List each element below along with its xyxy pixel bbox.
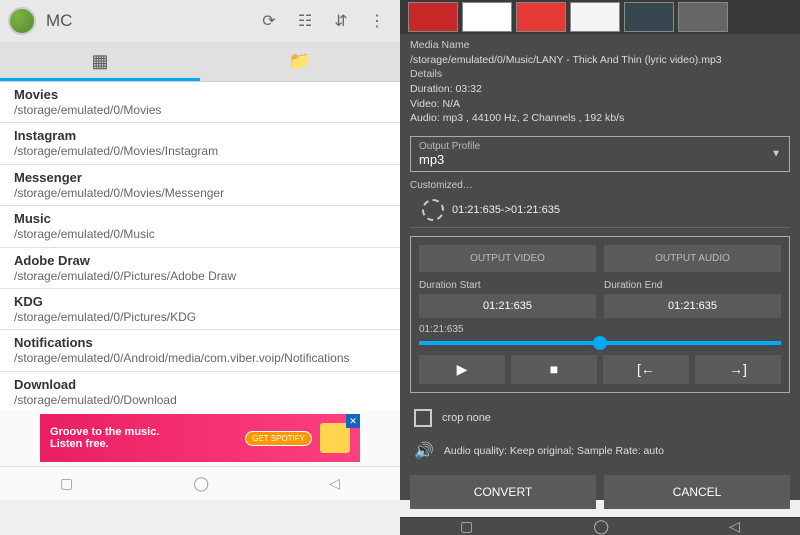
refresh-icon[interactable]: ⟳ <box>254 6 284 36</box>
tab-folder[interactable]: 📁 <box>200 42 400 81</box>
folder-path: /storage/emulated/0/Pictures/Adobe Draw <box>14 269 386 283</box>
mark-in-button[interactable]: [← <box>603 355 689 384</box>
ad-line2: Listen free. <box>50 438 159 450</box>
folder-name: KDG <box>14 294 386 309</box>
folder-item[interactable]: Download/storage/emulated/0/Download <box>0 372 400 410</box>
nav-bar: ▢ ◯ ◁ <box>400 517 800 535</box>
play-button[interactable]: ▶ <box>419 355 505 384</box>
media-info: Media Name /storage/emulated/0/Music/LAN… <box>400 34 800 130</box>
nav-home-icon[interactable]: ◯ <box>593 518 609 535</box>
toolbar: MC ⟳ ☷ ⇵ ⋮ <box>0 0 400 42</box>
convert-button[interactable]: CONVERT <box>410 475 596 509</box>
audio-quality-row[interactable]: 🔊 Audio quality: Keep original; Sample R… <box>400 435 800 467</box>
folder-path: /storage/emulated/0/Android/media/com.vi… <box>14 351 386 365</box>
video-text: Video: N/A <box>410 97 790 112</box>
thumbnail[interactable] <box>678 2 728 32</box>
nav-bar: ▢ ◯ ◁ <box>0 466 400 500</box>
folder-path: /storage/emulated/0/Pictures/KDG <box>14 310 386 324</box>
customized-link[interactable]: Customized… <box>400 178 800 193</box>
app-title: MC <box>46 11 248 31</box>
folder-name: Music <box>14 211 386 226</box>
crop-icon <box>414 409 432 427</box>
sort-icon[interactable]: ⇵ <box>326 6 356 36</box>
folder-name: Notifications <box>14 335 386 350</box>
folder-name: Instagram <box>14 128 386 143</box>
duration-end-value[interactable]: 01:21:635 <box>604 294 781 318</box>
dropdown-arrow-icon: ▼ <box>771 149 781 160</box>
media-path: /storage/emulated/0/Music/LANY - Thick A… <box>410 53 790 68</box>
output-video-tab[interactable]: OUTPUT VIDEO <box>419 245 596 272</box>
profile-value: mp3 <box>419 152 781 167</box>
time-range-text: 01:21:635->01:21:635 <box>452 204 560 216</box>
time-slider[interactable] <box>419 341 781 345</box>
time-range-row[interactable]: 01:21:635->01:21:635 <box>410 193 790 228</box>
folder-name: Messenger <box>14 170 386 185</box>
folder-name: Download <box>14 377 386 392</box>
ad-line1: Groove to the music. <box>50 426 159 438</box>
duration-start-label: Duration Start <box>419 280 596 291</box>
overflow-icon[interactable]: ⋮ <box>362 6 392 36</box>
duration-end-label: Duration End <box>604 280 781 291</box>
ad-close-icon[interactable]: ✕ <box>346 414 360 428</box>
time-icon <box>422 199 444 221</box>
folder-item[interactable]: Instagram/storage/emulated/0/Movies/Inst… <box>0 123 400 164</box>
output-audio-tab[interactable]: OUTPUT AUDIO <box>604 245 781 272</box>
folder-item[interactable]: Adobe Draw/storage/emulated/0/Pictures/A… <box>0 248 400 289</box>
output-settings-box: OUTPUT VIDEO OUTPUT AUDIO Duration Start… <box>410 236 790 393</box>
list-icon[interactable]: ☷ <box>290 6 320 36</box>
folder-name: Movies <box>14 87 386 102</box>
mark-out-button[interactable]: →] <box>695 355 781 384</box>
duration-start-value[interactable]: 01:21:635 <box>419 294 596 318</box>
folder-path: /storage/emulated/0/Movies <box>14 103 386 117</box>
tab-video[interactable]: ▦ <box>0 42 200 81</box>
audio-quality-text: Audio quality: Keep original; Sample Rat… <box>444 445 664 457</box>
folder-path: /storage/emulated/0/Movies/Instagram <box>14 144 386 158</box>
thumbnail[interactable] <box>408 2 458 32</box>
thumbnail[interactable] <box>516 2 566 32</box>
speaker-icon: 🔊 <box>414 441 434 461</box>
profile-label: Output Profile <box>419 141 781 152</box>
nav-home-icon[interactable]: ◯ <box>193 475 209 492</box>
folder-path: /storage/emulated/0/Music <box>14 227 386 241</box>
audio-text: Audio: mp3 , 44100 Hz, 2 Channels , 192 … <box>410 111 790 126</box>
output-profile-select[interactable]: Output Profile mp3 ▼ <box>410 136 790 172</box>
folder-item[interactable]: Messenger/storage/emulated/0/Movies/Mess… <box>0 165 400 206</box>
thumbnail-strip[interactable] <box>400 0 800 34</box>
crop-text: crop none <box>442 412 491 424</box>
folder-path: /storage/emulated/0/Download <box>14 393 386 407</box>
media-name-label: Media Name <box>410 38 790 53</box>
folder-list[interactable]: Movies/storage/emulated/0/MoviesInstagra… <box>0 82 400 410</box>
thumbnail[interactable] <box>624 2 674 32</box>
folder-item[interactable]: Music/storage/emulated/0/Music <box>0 206 400 247</box>
slider-time-label: 01:21:635 <box>419 324 781 335</box>
folder-item[interactable]: KDG/storage/emulated/0/Pictures/KDG <box>0 289 400 330</box>
stop-button[interactable]: ■ <box>511 355 597 384</box>
app-logo-icon <box>8 7 36 35</box>
nav-recent-icon[interactable]: ▢ <box>460 518 473 535</box>
cancel-button[interactable]: CANCEL <box>604 475 790 509</box>
folder-path: /storage/emulated/0/Movies/Messenger <box>14 186 386 200</box>
folder-item[interactable]: Notifications/storage/emulated/0/Android… <box>0 330 400 371</box>
thumbnail[interactable] <box>462 2 512 32</box>
ad-cta-button[interactable]: GET SPOTIFY <box>245 431 312 446</box>
crop-row[interactable]: crop none <box>400 401 800 435</box>
folder-item[interactable]: Movies/storage/emulated/0/Movies <box>0 82 400 123</box>
nav-back-icon[interactable]: ◁ <box>729 518 740 535</box>
duration-text: Duration: 03:32 <box>410 82 790 97</box>
tab-bar: ▦ 📁 <box>0 42 400 82</box>
nav-back-icon[interactable]: ◁ <box>329 475 340 492</box>
details-label: Details <box>410 67 790 82</box>
thumbnail[interactable] <box>570 2 620 32</box>
ad-banner[interactable]: Groove to the music. Listen free. GET SP… <box>40 414 360 462</box>
folder-name: Adobe Draw <box>14 253 386 268</box>
nav-recent-icon[interactable]: ▢ <box>60 475 73 492</box>
